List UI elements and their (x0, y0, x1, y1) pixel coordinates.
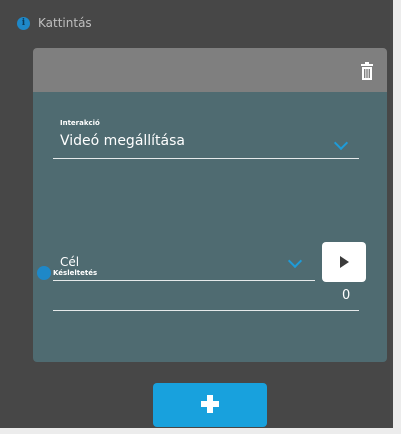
target-underline (53, 280, 315, 281)
play-icon (340, 256, 349, 268)
info-icon[interactable]: i (17, 16, 30, 30)
add-action-button[interactable] (153, 383, 267, 427)
trigger-panel: i Kattintás Interakció Videó megállítása (0, 0, 401, 434)
play-button[interactable] (322, 242, 366, 282)
action-card-body: Interakció Videó megállítása Cél Késlelt… (33, 92, 387, 362)
action-card-header (33, 48, 387, 92)
target-value[interactable]: Cél (60, 255, 79, 269)
interaction-underline (53, 158, 359, 159)
interaction-value[interactable]: Videó megállítása (60, 133, 185, 149)
panel-border (393, 0, 401, 434)
trigger-header: i Kattintás (17, 16, 92, 30)
chevron-down-icon[interactable] (333, 135, 349, 151)
delay-input[interactable]: 0 (342, 288, 350, 303)
delay-label: Késleltetés (53, 269, 98, 277)
delay-underline (53, 310, 359, 311)
trash-icon[interactable] (360, 62, 374, 80)
trigger-label: Kattintás (38, 16, 92, 30)
chevron-down-icon[interactable] (287, 253, 303, 269)
plus-icon-vertical (207, 395, 213, 413)
interaction-label: Interakció (60, 119, 100, 127)
panel-border (0, 428, 401, 434)
action-card: Interakció Videó megállítása Cél Késlelt… (33, 48, 387, 362)
info-icon[interactable] (37, 266, 51, 280)
